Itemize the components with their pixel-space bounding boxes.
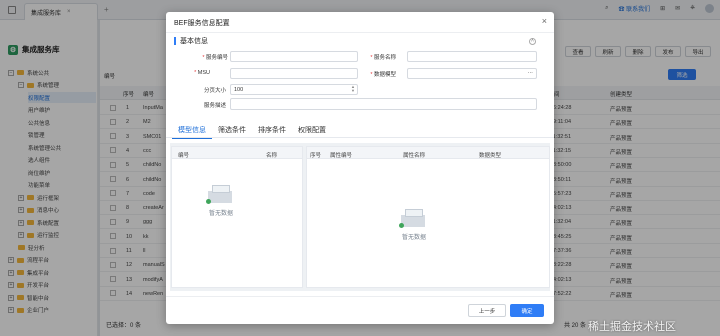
empty-box-icon bbox=[399, 207, 429, 229]
data-model-input[interactable]: ··· bbox=[407, 68, 537, 79]
service-desc-label: 服务描述 bbox=[180, 101, 226, 109]
lookup-icon[interactable]: ··· bbox=[528, 70, 534, 76]
right-empty-text: 暂无数据 bbox=[401, 235, 426, 241]
left-name-header: 名称 bbox=[266, 152, 278, 159]
footer-divider bbox=[166, 296, 554, 297]
empty-box-icon bbox=[206, 183, 236, 205]
msu-input[interactable] bbox=[230, 68, 358, 79]
section-title: 基本信息 bbox=[180, 38, 208, 45]
watermark: 稀土掘金技术社区 bbox=[588, 321, 676, 333]
stepper-arrows-icon[interactable]: ▲ ▼ bbox=[351, 85, 355, 93]
section-marker bbox=[174, 37, 176, 45]
close-icon[interactable]: × bbox=[542, 16, 547, 26]
dialog-title: BEF服务信息配置 bbox=[174, 20, 230, 27]
attribute-list-panel: 序号 属性编号 属性名称 数据类型 暂无数据 bbox=[306, 146, 550, 288]
service-name-text: 服务名称 bbox=[373, 55, 396, 61]
page-size-stepper[interactable]: 100 ▲ ▼ bbox=[230, 84, 358, 95]
msu-text: MSU bbox=[197, 70, 210, 76]
page-size-value: 100 bbox=[234, 87, 244, 93]
service-config-dialog: BEF服务信息配置 × 基本信息 ˄ * 服务编号 * 服务名称 * MSU *… bbox=[166, 12, 554, 324]
service-code-input[interactable] bbox=[230, 51, 358, 62]
service-name-label: * 服务名称 bbox=[370, 55, 396, 61]
attr-seq-header: 序号 bbox=[310, 152, 322, 159]
service-code-label: * 服务编号 bbox=[202, 55, 228, 61]
service-code-text: 服务编号 bbox=[205, 55, 228, 61]
service-name-input[interactable] bbox=[407, 51, 537, 62]
msu-label: * MSU bbox=[194, 70, 210, 76]
divider bbox=[166, 32, 554, 33]
service-desc-input[interactable] bbox=[230, 98, 537, 110]
attr-code-header: 属性编号 bbox=[330, 152, 353, 159]
left-code-header: 编号 bbox=[178, 152, 190, 159]
attr-name-header: 属性名称 bbox=[403, 152, 426, 159]
section-basic-info: 基本信息 bbox=[174, 36, 208, 46]
collapse-icon[interactable]: ˄ bbox=[529, 38, 536, 45]
service-desc-text: 服务描述 bbox=[203, 103, 226, 109]
page-size-label: 分页大小 bbox=[180, 86, 226, 94]
data-model-label: * 数据模型 bbox=[370, 72, 396, 78]
data-model-text: 数据模型 bbox=[373, 72, 396, 78]
tabs-divider bbox=[166, 137, 554, 138]
prev-step-button[interactable]: 上一步 bbox=[468, 304, 506, 317]
page-size-text: 分页大小 bbox=[203, 88, 226, 94]
data-type-header: 数据类型 bbox=[479, 152, 502, 159]
right-empty-state: 暂无数据 bbox=[399, 207, 429, 241]
model-list-panel: 编号 名称 暂无数据 bbox=[171, 146, 303, 288]
left-empty-state: 暂无数据 bbox=[206, 183, 236, 217]
confirm-button[interactable]: 确定 bbox=[510, 304, 544, 317]
left-empty-text: 暂无数据 bbox=[208, 211, 233, 217]
